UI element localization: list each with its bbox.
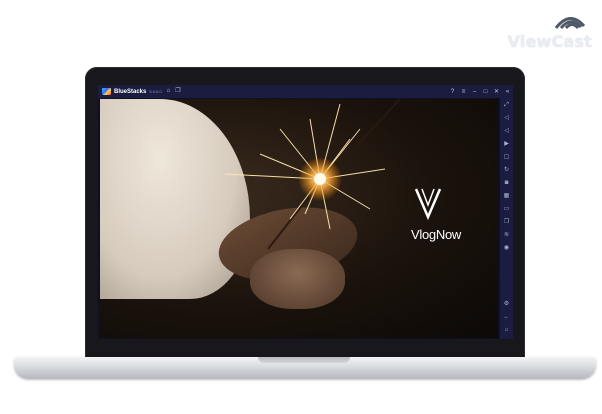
copy-icon[interactable]: ❐ — [502, 218, 511, 227]
app-version: 5.0.0.0 — [149, 89, 162, 94]
laptop-notch — [258, 357, 350, 363]
maximize-icon[interactable]: □ — [480, 89, 491, 95]
fullscreen-icon[interactable]: ⤢ — [502, 101, 511, 110]
settings-icon[interactable]: ⚙ — [502, 300, 511, 309]
home-nav-icon[interactable]: ⌂ — [502, 326, 511, 335]
multi-instance-icon[interactable]: ❐ — [175, 85, 180, 98]
menu-icon[interactable]: ≡ — [458, 89, 469, 95]
eco-mode-icon[interactable]: ◉ — [502, 244, 511, 253]
collapse-sidebar-icon[interactable]: « — [502, 89, 513, 95]
close-icon[interactable]: ✕ — [491, 88, 502, 95]
folder-icon[interactable]: ▭ — [502, 205, 511, 214]
minimize-icon[interactable]: – — [469, 89, 480, 95]
keyboard-icon[interactable]: ▦ — [502, 192, 511, 201]
right-sidebar: ⤢ ◁ ◁ ▶ ▢ ↻ ◙ ▦ ▭ ❐ ≋ ◉ ⚙ ← ⌂ — [500, 98, 513, 339]
wifi-signal-icon — [554, 17, 586, 30]
window-controls: ? ≡ – □ ✕ « — [447, 85, 513, 98]
help-icon[interactable]: ? — [447, 89, 458, 95]
screenshot-icon[interactable]: ▢ — [502, 153, 511, 162]
volume-down-icon[interactable]: ◁ — [502, 127, 511, 136]
layers-icon[interactable]: ≋ — [502, 231, 511, 240]
gamepad-icon[interactable]: ◙ — [502, 179, 511, 188]
volume-up-icon[interactable]: ◁ — [502, 114, 511, 123]
app-splash-image: VlogNow — [100, 99, 498, 338]
rotate-icon[interactable]: ↻ — [502, 166, 511, 175]
brand-block: VlogNow — [406, 185, 466, 242]
watermark-text: ViewCast — [507, 32, 592, 51]
media-icon[interactable]: ▶ — [502, 140, 511, 149]
back-icon[interactable]: ← — [502, 313, 511, 322]
bluestacks-window: BlueStacks 5.0.0.0 ⌂ ❐ ? ≡ – □ ✕ « VlogN… — [98, 85, 513, 339]
title-bar: BlueStacks 5.0.0.0 ⌂ ❐ ? ≡ – □ ✕ « — [98, 85, 513, 98]
app-title: BlueStacks — [114, 88, 147, 95]
bluestacks-logo-icon — [102, 88, 111, 95]
home-icon[interactable]: ⌂ — [167, 85, 171, 98]
viewcast-watermark: ViewCast — [500, 6, 592, 51]
brand-name: VlogNow — [411, 227, 461, 242]
